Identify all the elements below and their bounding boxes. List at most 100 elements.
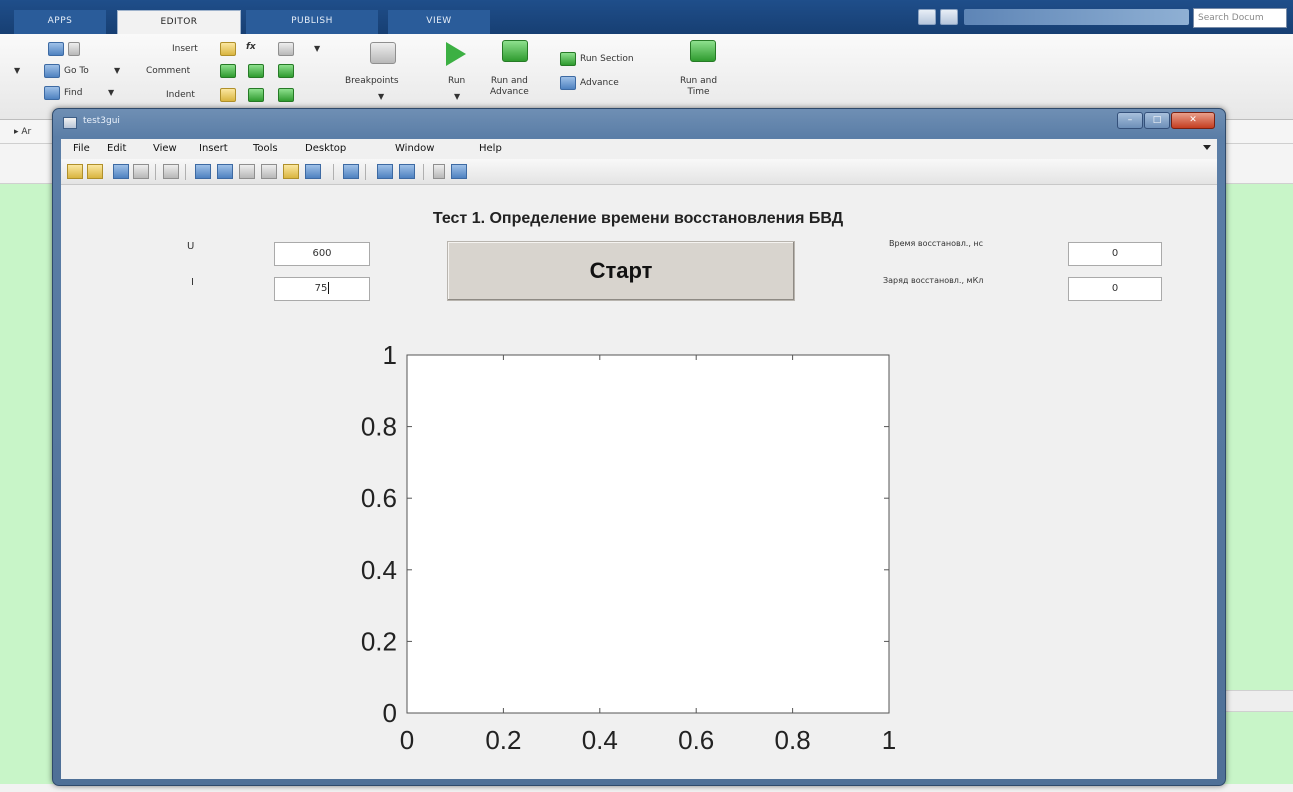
open-file-icon[interactable] [87, 164, 103, 179]
menu-tools[interactable]: Tools [253, 143, 278, 154]
y-tick-label: 0 [383, 698, 397, 728]
back-icon[interactable] [48, 42, 64, 56]
figure-titlebar[interactable]: test3gui – □ ✕ [53, 109, 1225, 139]
x-tick-label: 1 [882, 725, 896, 755]
toolbar-separator [155, 164, 156, 180]
run-and-advance-icon[interactable] [502, 40, 528, 62]
run-and-advance-button[interactable]: Run and Advance [490, 76, 529, 98]
goto-button[interactable]: Go To [64, 66, 89, 76]
x-tick-label: 0.4 [582, 725, 618, 755]
indent-button[interactable]: Indent [166, 90, 195, 100]
gui-canvas: Тест 1. Определение времени восстановлен… [61, 185, 1217, 779]
chevron-down-icon[interactable]: ▼ [114, 66, 120, 75]
advance-button[interactable]: Advance [580, 78, 619, 88]
y-tick-label: 0.6 [361, 483, 397, 513]
chevron-down-icon[interactable]: ▼ [108, 88, 114, 97]
menu-desktop[interactable]: Desktop [305, 143, 346, 154]
window-controls: – □ ✕ [1117, 112, 1215, 129]
search-documentation-input[interactable]: Search Docum [1193, 8, 1287, 28]
increase-indent-icon[interactable] [248, 88, 264, 102]
y-tick-label: 1 [383, 340, 397, 370]
maximize-button[interactable]: □ [1144, 112, 1170, 129]
tab-publish[interactable]: PUBLISH [246, 10, 378, 34]
insert-legend-icon[interactable] [399, 164, 415, 179]
pan-icon[interactable] [239, 164, 255, 179]
x-tick-label: 0.6 [678, 725, 714, 755]
chevron-down-icon[interactable]: ▼ [454, 92, 460, 101]
menu-edit[interactable]: Edit [107, 143, 126, 154]
left-panel [0, 144, 56, 184]
print-icon[interactable] [133, 164, 149, 179]
zoom-out-icon[interactable] [217, 164, 233, 179]
decrease-indent-icon[interactable] [278, 88, 294, 102]
breakpoints-icon[interactable] [370, 42, 396, 64]
comment-icon[interactable] [220, 64, 236, 78]
new-figure-icon[interactable] [67, 164, 83, 179]
screen: { "matlab": { "tabs": ["APPS", "EDITOR",… [0, 0, 1293, 792]
insert-colorbar-icon[interactable] [377, 164, 393, 179]
wrap-comments-icon[interactable] [278, 64, 294, 78]
chevron-down-icon[interactable]: ▼ [14, 66, 20, 75]
goto-icon[interactable] [44, 64, 60, 78]
quick-access-toolbar [918, 9, 958, 25]
uncomment-icon[interactable] [248, 64, 264, 78]
insert-section-icon[interactable] [220, 42, 236, 56]
insert-function-icon[interactable] [278, 42, 294, 56]
run-section-icon[interactable] [560, 52, 576, 66]
run-and-time-icon[interactable] [690, 40, 716, 62]
zoom-in-icon[interactable] [195, 164, 211, 179]
link-plot-icon[interactable] [343, 164, 359, 179]
find-button[interactable]: Find [64, 88, 82, 98]
figure-window-icon [63, 117, 77, 129]
figure-client-area: File Edit View Insert Tools Desktop Wind… [61, 139, 1217, 779]
rotate-3d-icon[interactable] [261, 164, 277, 179]
figure-window[interactable]: test3gui – □ ✕ File Edit View Insert Too… [52, 108, 1226, 786]
right-panel [1222, 144, 1293, 184]
run-section-button[interactable]: Run Section [580, 54, 634, 64]
quick-access-icon[interactable] [918, 9, 936, 25]
insert-button[interactable]: Insert [172, 44, 198, 54]
run-icon[interactable] [446, 42, 466, 66]
x-tick-label: 0 [400, 725, 414, 755]
forward-icon[interactable] [68, 42, 80, 56]
axes-area[interactable] [406, 354, 890, 714]
show-plot-tools-icon[interactable] [451, 164, 467, 179]
chevron-down-icon[interactable] [1203, 145, 1211, 150]
brush-icon[interactable] [305, 164, 321, 179]
menu-help[interactable]: Help [479, 143, 502, 154]
run-and-time-button[interactable]: Run and Time [680, 76, 717, 98]
plot-axes[interactable]: 0 0.2 0.4 0.6 0.8 1 0 0.2 0.4 0.6 0.8 1 [61, 185, 1217, 779]
quick-access-icon[interactable] [940, 9, 958, 25]
comment-button[interactable]: Comment [146, 66, 190, 76]
menu-insert[interactable]: Insert [199, 143, 228, 154]
toolstrip-tabs: APPS EDITOR PUBLISH VIEW Search Docum [0, 0, 1293, 34]
minimize-button[interactable]: – [1117, 112, 1143, 129]
toolbar-separator [185, 164, 186, 180]
chevron-down-icon[interactable]: ▼ [378, 92, 384, 101]
toolbar-separator [365, 164, 366, 180]
figure-menubar: File Edit View Insert Tools Desktop Wind… [61, 139, 1217, 159]
x-tick-label: 0.8 [775, 725, 811, 755]
y-tick-label: 0.4 [361, 555, 397, 585]
figure-title: test3gui [83, 116, 120, 126]
smart-indent-icon[interactable] [220, 88, 236, 102]
tab-view[interactable]: VIEW [388, 10, 490, 34]
data-cursor-icon[interactable] [283, 164, 299, 179]
find-icon[interactable] [44, 86, 60, 100]
chevron-down-icon[interactable]: ▼ [314, 44, 320, 53]
tab-apps[interactable]: APPS [14, 10, 106, 34]
run-button[interactable]: Run [448, 76, 465, 86]
menu-file[interactable]: File [73, 143, 90, 154]
close-button[interactable]: ✕ [1171, 112, 1215, 129]
hide-plot-tools-icon[interactable] [433, 164, 445, 179]
fx-button[interactable]: fx [246, 42, 256, 52]
breakpoints-button[interactable]: Breakpoints [345, 76, 399, 86]
toolbar-separator [333, 164, 334, 180]
y-tick-label: 0.2 [361, 626, 397, 656]
advance-icon[interactable] [560, 76, 576, 90]
save-icon[interactable] [113, 164, 129, 179]
menu-view[interactable]: View [153, 143, 177, 154]
menu-window[interactable]: Window [395, 143, 434, 154]
edit-plot-icon[interactable] [163, 164, 179, 179]
tab-editor[interactable]: EDITOR [117, 10, 241, 34]
